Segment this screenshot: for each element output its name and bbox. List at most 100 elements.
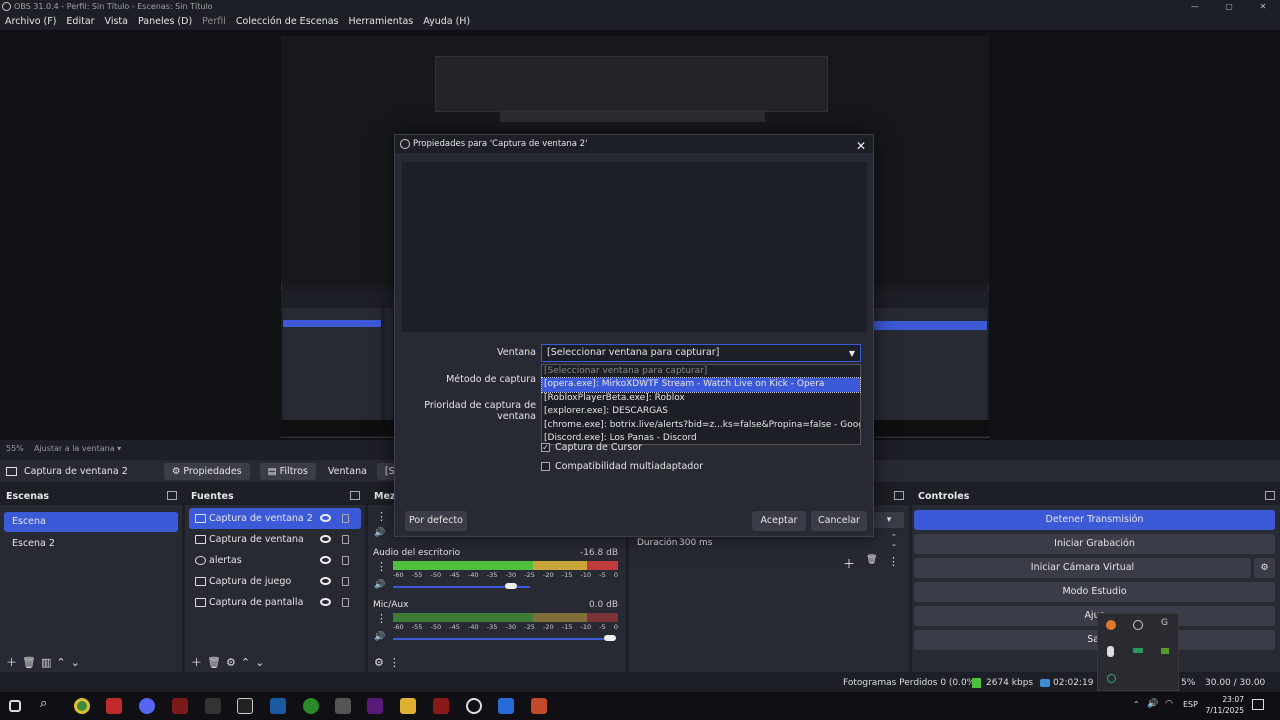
dropdown-option[interactable]: [chrome.exe]: botrix.live/alerts?bid=z..… xyxy=(542,419,860,432)
move-up-icon[interactable]: ⌃ xyxy=(56,656,65,669)
zoom-mode[interactable]: Ajustar a la ventana xyxy=(34,444,115,453)
gear-icon[interactable]: ⚙ xyxy=(226,656,236,669)
stepper-icon[interactable]: ⌃ ⌄ xyxy=(891,534,897,548)
source-item[interactable]: Captura de juego xyxy=(189,571,361,592)
chevron-down-icon[interactable]: ▾ xyxy=(874,512,904,528)
chevron-up-icon[interactable]: ⌃ xyxy=(1133,700,1140,709)
discord-icon[interactable] xyxy=(139,698,155,714)
dropdown-option[interactable]: [Seleccionar ventana para capturar] xyxy=(542,365,860,378)
eye-icon[interactable] xyxy=(320,577,331,585)
app-icon[interactable] xyxy=(367,698,383,714)
close-icon[interactable]: ✕ xyxy=(856,137,866,155)
speaker-icon[interactable]: 🔊 xyxy=(374,580,385,590)
xbox-icon[interactable] xyxy=(303,698,319,714)
move-up-icon[interactable]: ⌃ xyxy=(241,656,250,669)
lock-icon[interactable] xyxy=(342,577,349,586)
app-icon[interactable] xyxy=(106,698,122,714)
add-icon[interactable]: ＋ xyxy=(191,654,202,670)
multiadapter-checkbox[interactable]: Compatibilidad multiadaptador xyxy=(541,461,703,472)
maximize-button[interactable]: ▢ xyxy=(1212,0,1246,13)
speaker-icon[interactable]: 🔊 xyxy=(374,632,385,642)
volume-knob[interactable] xyxy=(604,635,616,641)
chevron-down-icon[interactable]: ▾ xyxy=(117,444,121,453)
steam-tray-icon[interactable]: G xyxy=(1161,618,1168,628)
notifications-icon[interactable] xyxy=(1252,699,1264,710)
volume-knob[interactable] xyxy=(505,583,517,589)
menu-perfil[interactable]: Perfil xyxy=(197,14,231,30)
stop-stream-button[interactable]: Detener Transmisión xyxy=(914,510,1275,530)
properties-button[interactable]: ⚙ Propiedades xyxy=(163,462,250,480)
filter-icon[interactable]: ▥ xyxy=(41,656,51,669)
trash-icon[interactable]: 🗑 xyxy=(22,656,36,669)
clock-time[interactable]: 23:07 xyxy=(1206,694,1244,705)
gear-icon[interactable]: ⚙ xyxy=(374,656,384,669)
menu-coleccion-escenas[interactable]: Colección de Escenas xyxy=(231,14,344,30)
folder-icon[interactable] xyxy=(400,698,416,714)
obs-icon[interactable] xyxy=(466,698,482,714)
windows-start-icon[interactable] xyxy=(9,700,21,712)
menu-paneles[interactable]: Paneles (D) xyxy=(133,14,197,30)
trash-icon[interactable]: 🗑 xyxy=(207,656,221,669)
move-down-icon[interactable]: ⌄ xyxy=(255,656,264,669)
capture-cursor-checkbox[interactable]: ✓ Captura de Cursor xyxy=(541,442,642,453)
menu-herramientas[interactable]: Herramientas xyxy=(344,14,419,30)
kebab-menu-icon[interactable]: ⋮ xyxy=(376,612,387,625)
eye-icon[interactable] xyxy=(320,598,331,606)
dropdown-option[interactable]: [opera.exe]: MirkoXDWTF Stream - Watch L… xyxy=(541,377,861,393)
speaker-icon[interactable]: 🔊 xyxy=(1147,699,1158,709)
source-item[interactable]: alertas xyxy=(189,550,361,571)
move-down-icon[interactable]: ⌄ xyxy=(71,656,80,669)
speaker-icon[interactable]: 🔊 xyxy=(374,528,385,538)
chrome-icon[interactable] xyxy=(74,698,90,714)
app-icon[interactable] xyxy=(498,698,514,714)
kebab-menu-icon[interactable]: ⋮ xyxy=(389,656,400,669)
app-icon[interactable] xyxy=(433,698,449,714)
app-icon[interactable] xyxy=(335,698,351,714)
language-indicator[interactable]: ESP xyxy=(1183,700,1198,709)
dropdown-option[interactable]: [explorer.exe]: DESCARGAS xyxy=(542,405,860,418)
studio-mode-button[interactable]: Modo Estudio xyxy=(914,582,1275,602)
trash-icon[interactable]: 🗑 xyxy=(866,555,877,565)
nvidia-tray-icon[interactable] xyxy=(1133,648,1143,653)
add-icon[interactable]: ＋ xyxy=(843,555,855,572)
gear-icon[interactable]: ⚙ xyxy=(1254,558,1275,578)
menu-ayuda[interactable]: Ayuda (H) xyxy=(418,14,475,30)
lock-icon[interactable] xyxy=(342,598,349,607)
undock-icon[interactable] xyxy=(894,491,904,500)
start-virtual-camera-button[interactable]: Iniciar Cámara Virtual xyxy=(914,558,1251,578)
scene-item[interactable]: Escena 2 xyxy=(4,534,178,554)
steam-icon[interactable] xyxy=(270,698,286,714)
accept-button[interactable]: Aceptar xyxy=(752,511,806,531)
settings-button[interactable]: Ajus xyxy=(914,606,1275,626)
defaults-button[interactable]: Por defecto xyxy=(405,511,467,531)
source-item[interactable]: Captura de pantalla xyxy=(189,592,361,613)
search-icon[interactable]: ⌕ xyxy=(40,696,56,712)
start-recording-button[interactable]: Iniciar Grabación xyxy=(914,534,1275,554)
lock-icon[interactable] xyxy=(342,535,349,544)
dropdown-option[interactable]: [RobloxPlayerBeta.exe]: Roblox xyxy=(542,392,860,405)
eye-icon[interactable] xyxy=(320,514,331,522)
menu-archivo[interactable]: Archivo (F) xyxy=(0,14,61,30)
volume-slider[interactable] xyxy=(393,638,611,640)
app-icon[interactable] xyxy=(205,698,221,714)
app-icon[interactable] xyxy=(237,698,253,714)
undock-icon[interactable] xyxy=(350,491,360,500)
undock-icon[interactable] xyxy=(1265,491,1275,500)
lock-icon[interactable] xyxy=(342,514,349,523)
window-select[interactable]: [Seleccionar ventana para capturar] ▼ xyxy=(541,344,861,362)
exit-button[interactable]: Sal xyxy=(914,630,1275,650)
duration-input[interactable]: 300 ms xyxy=(679,538,889,552)
source-item[interactable]: Captura de ventana xyxy=(189,529,361,550)
tray-app-icon[interactable] xyxy=(1106,620,1116,630)
wifi-icon[interactable]: ◠ xyxy=(1165,699,1173,709)
microphone-icon[interactable] xyxy=(1107,646,1114,657)
source-item[interactable]: Captura de ventana 2 xyxy=(189,508,361,529)
cancel-button[interactable]: Cancelar xyxy=(811,511,867,531)
add-icon[interactable]: ＋ xyxy=(6,654,17,670)
kebab-menu-icon[interactable]: ⋮ xyxy=(888,555,899,568)
app-icon[interactable] xyxy=(531,698,547,714)
minimize-button[interactable]: — xyxy=(1178,0,1212,13)
adobe-icon[interactable] xyxy=(172,698,188,714)
close-window-button[interactable]: ✕ xyxy=(1246,0,1280,13)
menu-vista[interactable]: Vista xyxy=(100,14,133,30)
